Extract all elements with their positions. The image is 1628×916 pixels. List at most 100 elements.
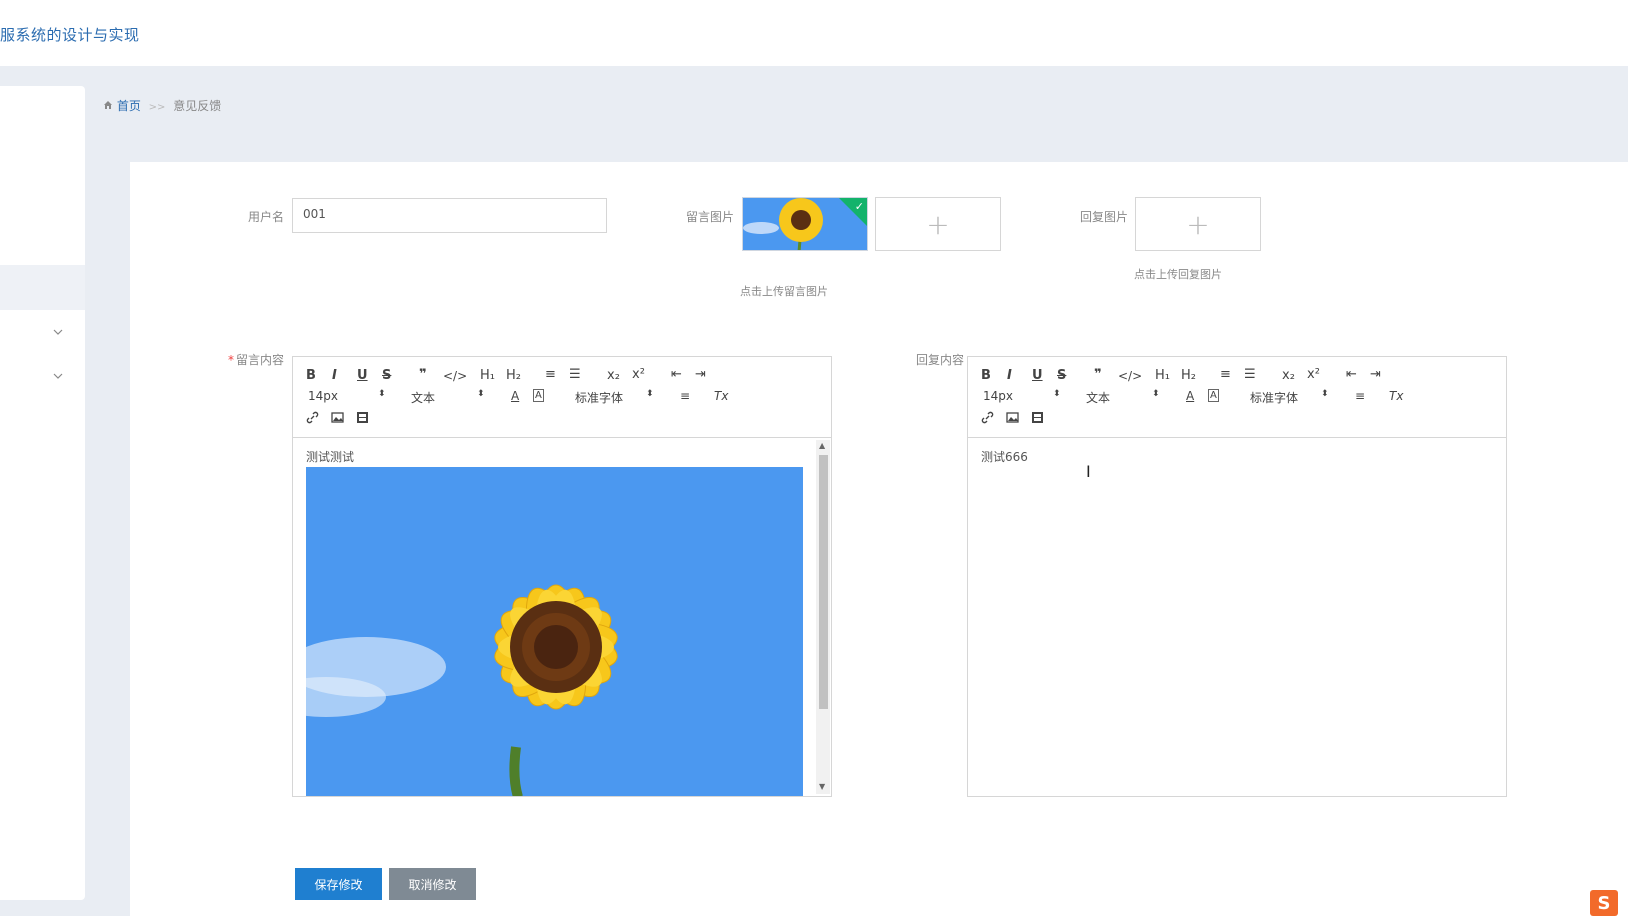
link-button[interactable] — [981, 411, 994, 427]
required-mark: * — [227, 353, 234, 367]
font-color-button[interactable]: A — [511, 389, 519, 403]
reply-content-editor: B I U S ❞ </> H₁ H₂ ≡ ☰ x₂ x² ⇤ ⇥ 14px ⬍… — [967, 356, 1507, 797]
message-content-text: 测试测试 — [306, 450, 355, 464]
message-content-label: * 留言内容 — [212, 351, 284, 368]
message-image-hint: 点击上传留言图片 — [740, 285, 828, 298]
bullet-list-button[interactable]: ☰ — [569, 367, 581, 382]
image-icon — [1006, 412, 1019, 423]
input-method-icon: S — [1590, 890, 1618, 916]
outdent-button[interactable]: ⇤ — [671, 367, 682, 382]
video-icon — [357, 412, 368, 423]
plus-icon: + — [926, 207, 950, 241]
link-icon — [981, 411, 994, 424]
font-family-select[interactable]: 标准字体 — [1250, 389, 1298, 406]
subscript-button[interactable]: x₂ — [607, 368, 620, 383]
superscript-button[interactable]: x² — [1307, 367, 1320, 382]
breadcrumb: 首页 >> 意见反馈 — [103, 97, 221, 114]
code-block-button[interactable]: </> — [1118, 369, 1142, 383]
bold-button[interactable]: B — [306, 368, 316, 383]
underline-button[interactable]: U — [357, 368, 368, 383]
image-button[interactable] — [1006, 411, 1019, 427]
blockquote-button[interactable]: ❞ — [1094, 367, 1102, 382]
reply-image-upload-button[interactable]: + — [1135, 197, 1261, 251]
link-button[interactable] — [306, 411, 319, 427]
align-button[interactable]: ≡ — [680, 389, 690, 403]
select-arrows-icon: ⬍ — [1152, 389, 1160, 399]
font-size-select[interactable]: 14px — [983, 389, 1013, 403]
superscript-button[interactable]: x² — [632, 367, 645, 382]
image-icon — [331, 412, 344, 423]
ordered-list-button[interactable]: ≡ — [545, 367, 556, 382]
font-color-button[interactable]: A — [1186, 389, 1194, 403]
code-block-button[interactable]: </> — [443, 369, 467, 383]
header-select[interactable]: 文本 — [1086, 389, 1110, 406]
h1-button[interactable]: H₁ — [1155, 368, 1170, 383]
sidebar — [0, 86, 85, 900]
message-image-label: 留言图片 — [685, 210, 734, 224]
message-image-thumbnail[interactable]: ✓ — [742, 197, 868, 251]
save-button[interactable]: 保存修改 — [295, 868, 382, 900]
home-icon — [103, 99, 117, 113]
h2-button[interactable]: H₂ — [1181, 368, 1196, 383]
clear-format-button[interactable]: Tx — [714, 389, 728, 403]
clear-format-button[interactable]: Tx — [1389, 389, 1403, 403]
username-label: 用户名 — [247, 210, 284, 224]
h2-button[interactable]: H₂ — [506, 368, 521, 383]
h1-button[interactable]: H₁ — [480, 368, 495, 383]
cancel-button[interactable]: 取消修改 — [389, 868, 476, 900]
italic-button[interactable]: I — [332, 368, 337, 383]
background-color-button[interactable]: A — [1208, 389, 1219, 402]
indent-button[interactable]: ⇥ — [1370, 367, 1381, 382]
chevron-down-icon[interactable] — [52, 326, 64, 338]
blockquote-button[interactable]: ❞ — [419, 367, 427, 382]
bold-button[interactable]: B — [981, 368, 991, 383]
sidebar-active-item[interactable] — [0, 265, 85, 310]
select-arrows-icon: ⬍ — [1053, 389, 1061, 399]
image-button[interactable] — [331, 411, 344, 427]
reply-content-area[interactable]: 测试666 — [968, 438, 1506, 796]
sunflower-image — [306, 467, 803, 796]
top-header: 服系统的设计与实现 — [0, 0, 1628, 66]
italic-button[interactable]: I — [1007, 368, 1012, 383]
text-cursor-icon: I — [1086, 462, 1091, 481]
strike-button[interactable]: S — [1057, 368, 1066, 383]
font-family-select[interactable]: 标准字体 — [575, 389, 623, 406]
breadcrumb-separator: >> — [148, 102, 166, 113]
outdent-button[interactable]: ⇤ — [1346, 367, 1357, 382]
reply-content-label: 回复内容 — [915, 353, 964, 367]
chevron-down-icon[interactable] — [52, 370, 64, 382]
app-title: 服系统的设计与实现 — [0, 26, 140, 44]
reply-image-label: 回复图片 — [1079, 210, 1128, 224]
username-input[interactable]: 001 — [292, 198, 607, 233]
strike-button[interactable]: S — [382, 368, 391, 383]
editor-toolbar: B I U S ❞ </> H₁ H₂ ≡ ☰ x₂ x² ⇤ ⇥ 14px ⬍… — [293, 357, 831, 438]
subscript-button[interactable]: x₂ — [1282, 368, 1295, 383]
message-image-upload-button[interactable]: + — [875, 197, 1001, 251]
scroll-up-icon[interactable]: ▲ — [819, 441, 825, 450]
plus-icon: + — [1186, 207, 1210, 241]
scroll-down-icon[interactable]: ▼ — [819, 782, 825, 791]
background-color-button[interactable]: A — [533, 389, 544, 402]
select-arrows-icon: ⬍ — [1321, 389, 1329, 399]
underline-button[interactable]: U — [1032, 368, 1043, 383]
align-button[interactable]: ≡ — [1355, 389, 1365, 403]
video-button[interactable] — [1031, 411, 1044, 427]
indent-button[interactable]: ⇥ — [695, 367, 706, 382]
video-icon — [1032, 412, 1043, 423]
select-arrows-icon: ⬍ — [646, 389, 654, 399]
editor-scrollbar[interactable]: ▲ ▼ — [816, 440, 830, 794]
message-content-editor: B I U S ❞ </> H₁ H₂ ≡ ☰ x₂ x² ⇤ ⇥ 14px ⬍… — [292, 356, 832, 797]
select-arrows-icon: ⬍ — [378, 389, 386, 399]
font-size-select[interactable]: 14px — [308, 389, 338, 403]
breadcrumb-current: 意见反馈 — [173, 99, 222, 113]
link-icon — [306, 411, 319, 424]
video-button[interactable] — [356, 411, 369, 427]
message-content-area[interactable]: 测试测试 ▲ ▼ — [293, 438, 831, 796]
bullet-list-button[interactable]: ☰ — [1244, 367, 1256, 382]
header-select[interactable]: 文本 — [411, 389, 435, 406]
check-icon: ✓ — [854, 200, 864, 213]
scrollbar-thumb[interactable] — [819, 455, 828, 709]
ordered-list-button[interactable]: ≡ — [1220, 367, 1231, 382]
select-arrows-icon: ⬍ — [477, 389, 485, 399]
breadcrumb-home-link[interactable]: 首页 — [117, 99, 141, 113]
